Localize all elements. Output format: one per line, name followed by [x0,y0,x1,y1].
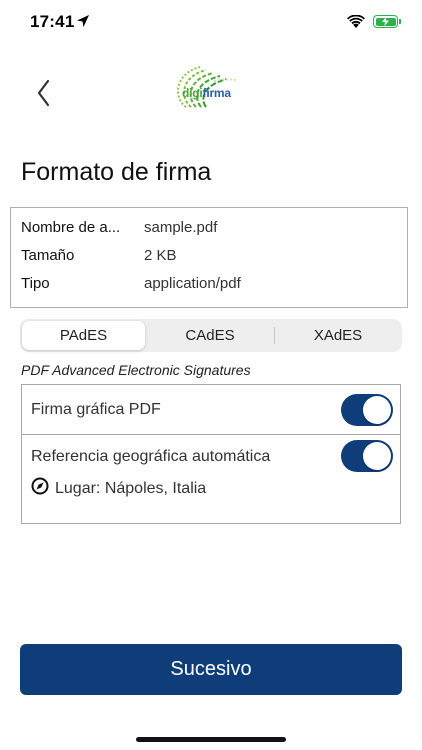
pdf-graphic-signature-toggle[interactable] [341,394,393,426]
file-type-label: Tipo [21,275,50,292]
pdf-graphic-signature-label: Firma gráfica PDF [31,401,161,418]
logo-text-suffix: firma [202,86,232,100]
wifi-icon [347,15,365,28]
file-size-label: Tamaño [21,247,75,264]
back-chevron-icon[interactable] [30,76,60,110]
tab-pades[interactable]: PAdES [22,321,145,350]
file-type-value: application/pdf [144,275,241,292]
geo-reference-toggle[interactable] [341,440,393,472]
signature-format-segmented-control: PAdES CAdES XAdES [20,319,402,352]
compass-icon [31,477,49,495]
location-arrow-icon [77,15,89,27]
file-size-value: 2 KB [144,247,177,264]
options-divider [21,434,401,435]
logo-text-prefix: digi [182,86,203,100]
location-text: Lugar: Nápoles, Italia [55,480,207,497]
file-info-box: Nombre de a... sample.pdf Tamaño 2 KB Ti… [10,207,408,308]
digifirma-logo: digifirma [170,63,252,115]
segment-divider [274,327,275,344]
section-subtitle: PDF Advanced Electronic Signatures [21,362,251,378]
page-title: Formato de firma [21,158,212,186]
geo-reference-label: Referencia geográfica automática [31,448,271,465]
file-name-value: sample.pdf [144,219,218,236]
tab-xades[interactable]: XAdES [276,321,400,350]
next-button[interactable]: Sucesivo [20,644,402,695]
home-indicator [136,737,286,742]
status-time: 17:41 [30,12,75,31]
battery-cap [399,19,401,24]
battery-icon [373,15,398,28]
tab-cades[interactable]: CAdES [148,321,272,350]
file-name-label: Nombre de a... [21,219,121,236]
